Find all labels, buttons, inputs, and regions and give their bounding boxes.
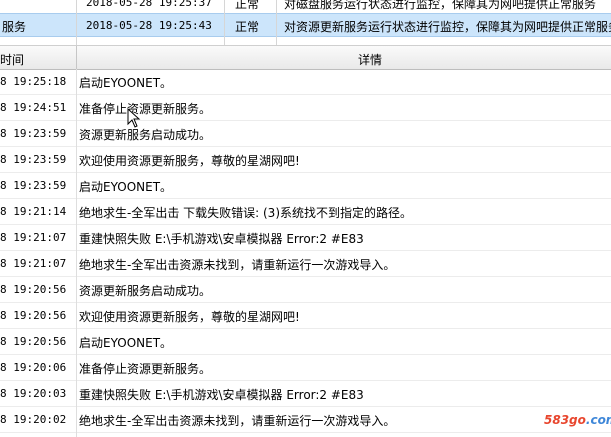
table-row[interactable]: 8 19:20:56 欢迎使用资源更新服务，尊敬的星湖网吧! — [0, 303, 611, 329]
log-time: 8 19:20:06 — [0, 361, 67, 374]
column-divider — [276, 0, 277, 45]
log-detail: 启动EYOONET。 — [79, 76, 173, 90]
watermark-text: 583go — [544, 413, 586, 427]
table-row[interactable]: 8 19:20:02 绝地求生-全军出击资源未找到，请重新运行一次游戏导入。 — [0, 407, 611, 433]
log-detail: 资源更新服务启动成功。 — [79, 284, 212, 298]
service-detail: 对磁盘服务运行状态进行监控，保障其为网吧提供正常服务 — [284, 0, 597, 11]
table-row[interactable]: 8 19:21:14 绝地求生-全军出击 下载失败错误: (3)系统找不到指定的路… — [0, 199, 611, 225]
log-time: 8 19:25:18 — [0, 75, 67, 88]
log-detail: 准备停止资源更新服务。 — [79, 362, 212, 376]
log-time: 8 19:20:56 — [0, 309, 67, 322]
log-time: 8 19:23:59 — [0, 179, 67, 192]
log-time: 8 19:23:59 — [0, 153, 67, 166]
table-row[interactable]: 8 19:24:51 准备停止资源更新服务。 — [0, 95, 611, 121]
log-time: 8 19:20:03 — [0, 387, 67, 400]
service-row[interactable]: 2018-05-28 19:25:37 正常 对磁盘服务运行状态进行监控，保障其… — [0, 0, 611, 13]
column-divider — [224, 0, 225, 45]
service-row-selected[interactable]: 服务 2018-05-28 19:25:43 正常 对资源更新服务运行状态进行监… — [0, 13, 611, 37]
service-monitor-table: 2018-05-28 19:25:37 正常 对磁盘服务运行状态进行监控，保障其… — [0, 0, 611, 45]
log-detail: 重建快照失败 E:\手机游戏\安卓模拟器 Error:2 #E83 — [79, 388, 364, 402]
table-row[interactable]: 8 19:23:59 欢迎使用资源更新服务，尊敬的星湖网吧! — [0, 147, 611, 173]
log-time: 8 19:20:56 — [0, 335, 67, 348]
site-watermark: 583go.com — [544, 413, 611, 427]
table-row[interactable]: 8 19:21:07 重建快照失败 E:\手机游戏\安卓模拟器 Error:2 #… — [0, 225, 611, 251]
log-time: 8 19:21:14 — [0, 205, 67, 218]
log-table-header: 时间 详情 — [0, 45, 611, 70]
log-time: 8 19:21:07 — [0, 257, 67, 270]
column-resize-handle[interactable] — [76, 46, 77, 69]
column-header-time[interactable]: 时间 — [0, 51, 24, 68]
table-row[interactable]: 8 19:25:18 启动EYOONET。 — [0, 69, 611, 95]
log-detail: 准备停止资源更新服务。 — [79, 102, 212, 116]
log-detail: 绝地求生-全军出击资源未找到，请重新运行一次游戏导入。 — [79, 258, 396, 272]
log-time: 8 19:20:56 — [0, 283, 67, 296]
log-time: 8 19:21:07 — [0, 231, 67, 244]
table-row[interactable]: 8 19:20:56 启动EYOONET。 — [0, 329, 611, 355]
table-row[interactable]: 8 19:20:56 资源更新服务启动成功。 — [0, 277, 611, 303]
log-detail: 绝地求生-全军出击 下载失败错误: (3)系统找不到指定的路径。 — [79, 206, 413, 220]
table-row[interactable]: 8 19:20:06 准备停止资源更新服务。 — [0, 355, 611, 381]
log-time: 8 19:23:59 — [0, 127, 67, 140]
watermark-suffix: .com — [585, 413, 611, 427]
service-status: 正常 — [235, 0, 260, 11]
column-divider — [76, 0, 77, 45]
service-time: 2018-05-28 19:25:37 — [86, 0, 212, 9]
log-table-body: 8 19:25:18 启动EYOONET。 8 19:24:51 准备停止资源更新服务… — [0, 69, 611, 433]
service-detail: 对资源更新服务运行状态进行监控，保障其为网吧提供正常服务 — [284, 20, 611, 34]
service-name: 服务 — [2, 20, 27, 34]
service-time: 2018-05-28 19:25:43 — [86, 19, 212, 32]
log-time: 8 19:20:02 — [0, 413, 67, 426]
log-time: 8 19:24:51 — [0, 101, 67, 114]
table-row[interactable]: 8 19:20:03 重建快照失败 E:\手机游戏\安卓模拟器 Error:2 #… — [0, 381, 611, 407]
log-detail: 启动EYOONET。 — [79, 336, 173, 350]
service-status: 正常 — [235, 20, 260, 34]
log-detail: 重建快照失败 E:\手机游戏\安卓模拟器 Error:2 #E83 — [79, 232, 364, 246]
table-row[interactable]: 8 19:23:59 资源更新服务启动成功。 — [0, 121, 611, 147]
table-row[interactable]: 8 19:23:59 启动EYOONET。 — [0, 173, 611, 199]
log-detail: 欢迎使用资源更新服务，尊敬的星湖网吧! — [79, 154, 300, 168]
log-detail: 欢迎使用资源更新服务，尊敬的星湖网吧! — [79, 310, 300, 324]
log-detail: 启动EYOONET。 — [79, 180, 173, 194]
log-detail: 绝地求生-全军出击资源未找到，请重新运行一次游戏导入。 — [79, 414, 396, 428]
column-header-detail[interactable]: 详情 — [358, 51, 382, 68]
column-divider — [76, 69, 77, 437]
mouse-pointer-icon — [127, 108, 141, 128]
log-detail: 资源更新服务启动成功。 — [79, 128, 212, 142]
table-row[interactable]: 8 19:21:07 绝地求生-全军出击资源未找到，请重新运行一次游戏导入。 — [0, 251, 611, 277]
